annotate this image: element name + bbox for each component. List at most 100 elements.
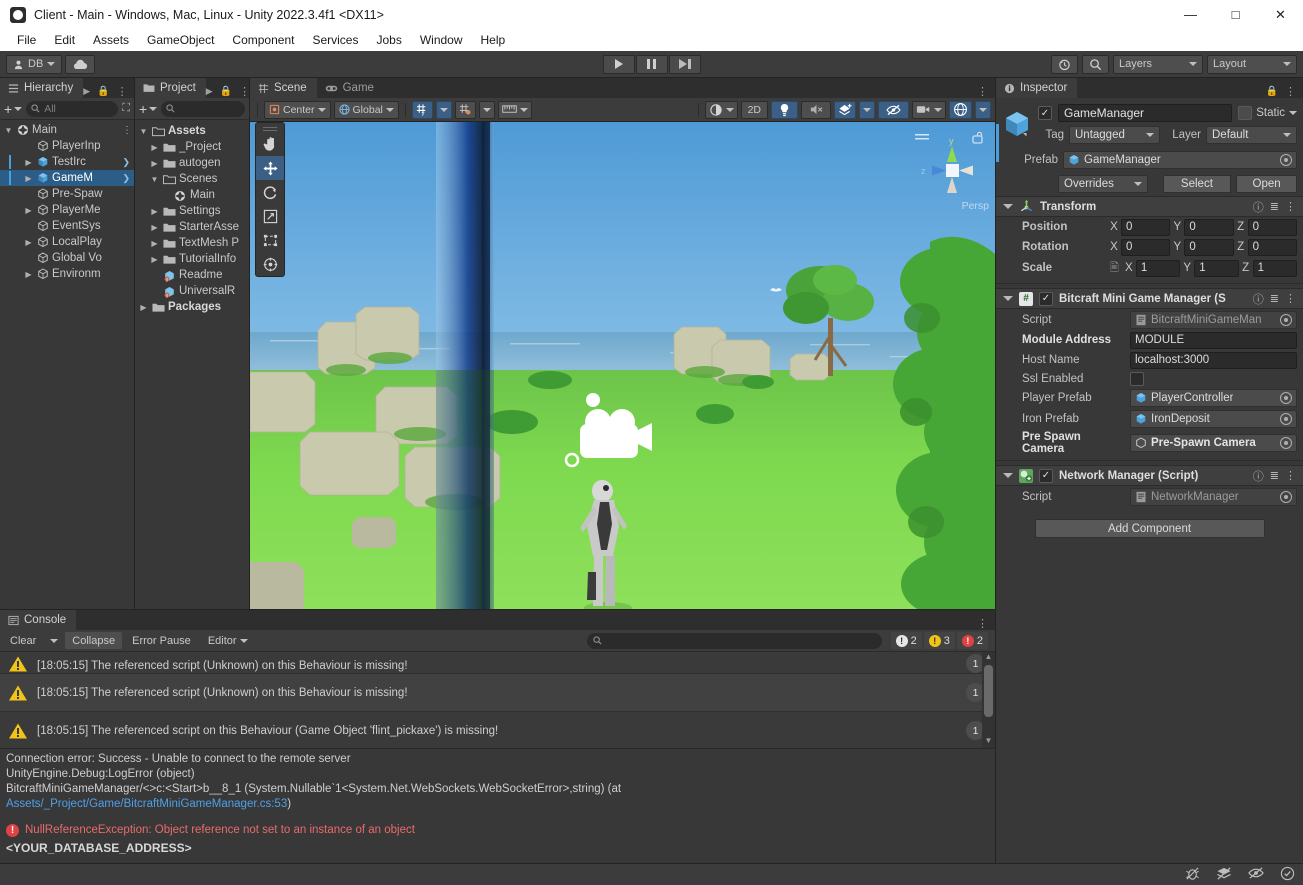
menu-jobs[interactable]: Jobs — [367, 31, 410, 49]
console-detail-pane[interactable]: Connection error: Success - Unable to co… — [0, 748, 995, 820]
panel-expand-icon[interactable]: ▶ — [206, 86, 213, 97]
menu-file[interactable]: File — [8, 31, 45, 49]
tree-twisty[interactable]: ▶ — [149, 207, 160, 216]
tree-twisty[interactable]: ▶ — [149, 223, 160, 232]
menu-assets[interactable]: Assets — [84, 31, 138, 49]
error-count[interactable]: ! 2 — [956, 632, 988, 649]
project-item-main[interactable]: Main — [135, 187, 249, 203]
gameobject-name-input[interactable]: GameManager — [1058, 104, 1233, 122]
console-message-row[interactable]: [18:05:15] The referenced script (Unknow… — [0, 674, 995, 712]
project-item-textmesh-p[interactable]: ▶ TextMesh P — [135, 235, 249, 251]
help-icon[interactable]: ⓘ — [1253, 199, 1264, 215]
preset-icon[interactable]: ≣ — [1270, 292, 1279, 305]
layout-dropdown[interactable]: Layout — [1207, 54, 1297, 74]
property-object-field[interactable]: Pre-Spawn Camera — [1130, 433, 1297, 452]
console-message-row[interactable]: [18:05:15] The referenced script on this… — [0, 712, 995, 748]
project-item-autogen[interactable]: ▶ autogen — [135, 155, 249, 171]
hierarchy-search-input[interactable]: All — [26, 100, 119, 117]
tree-twisty[interactable]: ▼ — [3, 126, 14, 135]
position-y-input[interactable]: 1 — [1194, 259, 1239, 277]
property-text-input[interactable]: MODULE — [1130, 331, 1297, 349]
property-object-field[interactable]: PlayerController — [1130, 388, 1297, 407]
gizmos-toggle-button[interactable] — [949, 100, 972, 119]
add-component-button[interactable]: Add Component — [1034, 519, 1265, 538]
shading-mode-button[interactable] — [704, 100, 738, 119]
project-item-scenes[interactable]: ▼ Scenes — [135, 171, 249, 187]
cloud-button[interactable] — [65, 54, 96, 74]
project-item-assets[interactable]: ▼ Assets — [135, 123, 249, 139]
projection-label[interactable]: Persp — [962, 200, 989, 212]
hierarchy-item-gamem[interactable]: ▶ GameM ❯ — [0, 170, 134, 186]
tab-game[interactable]: Game — [316, 78, 384, 98]
lock-icon[interactable]: 🔒 — [1266, 86, 1278, 97]
layer-dropdown[interactable]: Default — [1206, 126, 1297, 144]
tree-twisty[interactable]: ▶ — [23, 270, 34, 279]
panel-menu-icon[interactable]: ⋮ — [977, 85, 988, 98]
position-y-input[interactable]: 0 — [1184, 218, 1234, 236]
tree-twisty[interactable]: ▶ — [149, 239, 160, 248]
component-menu-icon[interactable]: ⋮ — [1285, 200, 1296, 213]
effects-toggle-button[interactable] — [834, 100, 856, 119]
hierarchy-item-playerme[interactable]: ▶ PlayerMe — [0, 202, 134, 218]
position-x-input[interactable]: 0 — [1121, 218, 1171, 236]
project-item-packages[interactable]: ▶ Packages — [135, 299, 249, 315]
preset-icon[interactable]: ≣ — [1270, 469, 1279, 482]
move-tool-button[interactable] — [256, 156, 284, 180]
snap-increment-button[interactable] — [454, 100, 476, 119]
menu-services[interactable]: Services — [303, 31, 367, 49]
rotate-tool-button[interactable] — [256, 180, 284, 204]
tag-dropdown[interactable]: Untagged — [1069, 126, 1160, 144]
lighting-toggle-button[interactable] — [771, 100, 798, 119]
scene-camera-button[interactable] — [912, 100, 946, 119]
component-header-bitcraft-mini-game-manager-s[interactable]: # ✓ Bitcraft Mini Game Manager (S ⓘ ≣ ⋮ — [996, 288, 1303, 309]
eye-off-icon[interactable] — [1248, 866, 1264, 883]
static-toggle[interactable]: Static — [1238, 106, 1297, 120]
audio-mute-button[interactable] — [801, 100, 831, 119]
play-button[interactable] — [602, 54, 635, 74]
maximize-button[interactable]: □ — [1213, 0, 1258, 29]
panel-menu-icon[interactable]: ⋮ — [239, 85, 250, 98]
layers-off-icon[interactable] — [1216, 866, 1232, 884]
space-dropdown[interactable]: Global — [333, 100, 399, 119]
detail-link[interactable]: Assets/_Project/Game/BitcraftMiniGameMan… — [6, 798, 287, 810]
tree-twisty[interactable]: ▶ — [23, 238, 34, 247]
position-y-input[interactable]: 0 — [1184, 238, 1234, 256]
hand-tool-button[interactable] — [256, 132, 284, 156]
undo-history-button[interactable] — [1051, 54, 1078, 74]
tab-inspector[interactable]: Inspector — [996, 78, 1078, 98]
object-picker-icon[interactable] — [1280, 412, 1292, 425]
menu-component[interactable]: Component — [223, 31, 303, 49]
gameobject-enabled-checkbox[interactable]: ✓ — [1038, 106, 1052, 120]
minimize-button[interactable]: — — [1168, 0, 1213, 29]
step-button[interactable] — [668, 54, 701, 74]
project-add-button[interactable]: + — [139, 101, 158, 117]
position-z-input[interactable]: 0 — [1247, 218, 1297, 236]
panel-expand-icon[interactable]: ▶ — [83, 86, 90, 97]
hierarchy-item-pre-spaw[interactable]: Pre-Spaw — [0, 186, 134, 202]
grid-snap-dropdown[interactable] — [435, 100, 452, 119]
property-object-field[interactable]: BitcraftMiniGameMan — [1130, 310, 1297, 329]
grid-snap-button[interactable]: y — [411, 100, 433, 119]
editor-dropdown[interactable]: Editor — [200, 632, 255, 649]
lock-icon[interactable]: 🔒 — [97, 86, 109, 97]
tree-twisty[interactable]: ▶ — [138, 303, 149, 312]
scene-viewport[interactable]: y z Persp — [250, 122, 995, 609]
object-picker-icon[interactable] — [1280, 436, 1292, 449]
component-enabled-checkbox[interactable]: ✓ — [1039, 468, 1053, 483]
component-menu-icon[interactable]: ⋮ — [1285, 292, 1296, 305]
prefab-object-field[interactable]: GameManager — [1063, 151, 1297, 169]
tree-twisty[interactable]: ▶ — [149, 143, 160, 152]
panel-menu-icon[interactable]: ⋮ — [117, 85, 128, 98]
tree-twisty[interactable]: ▶ — [149, 159, 160, 168]
rect-tool-button[interactable] — [256, 228, 284, 252]
static-checkbox[interactable] — [1238, 106, 1253, 120]
tree-twisty[interactable]: ▶ — [23, 206, 34, 215]
object-picker-icon[interactable] — [1280, 313, 1292, 326]
help-icon[interactable]: ⓘ — [1253, 291, 1264, 307]
tab-hierarchy[interactable]: Hierarchy — [0, 78, 84, 98]
hierarchy-item-environm[interactable]: ▶ Environm — [0, 266, 134, 282]
prefab-open-arrow[interactable]: ❯ — [122, 173, 132, 184]
collapse-triangle-icon[interactable] — [1003, 296, 1013, 301]
object-picker-icon[interactable] — [1280, 490, 1292, 503]
position-z-input[interactable]: 0 — [1247, 238, 1297, 256]
